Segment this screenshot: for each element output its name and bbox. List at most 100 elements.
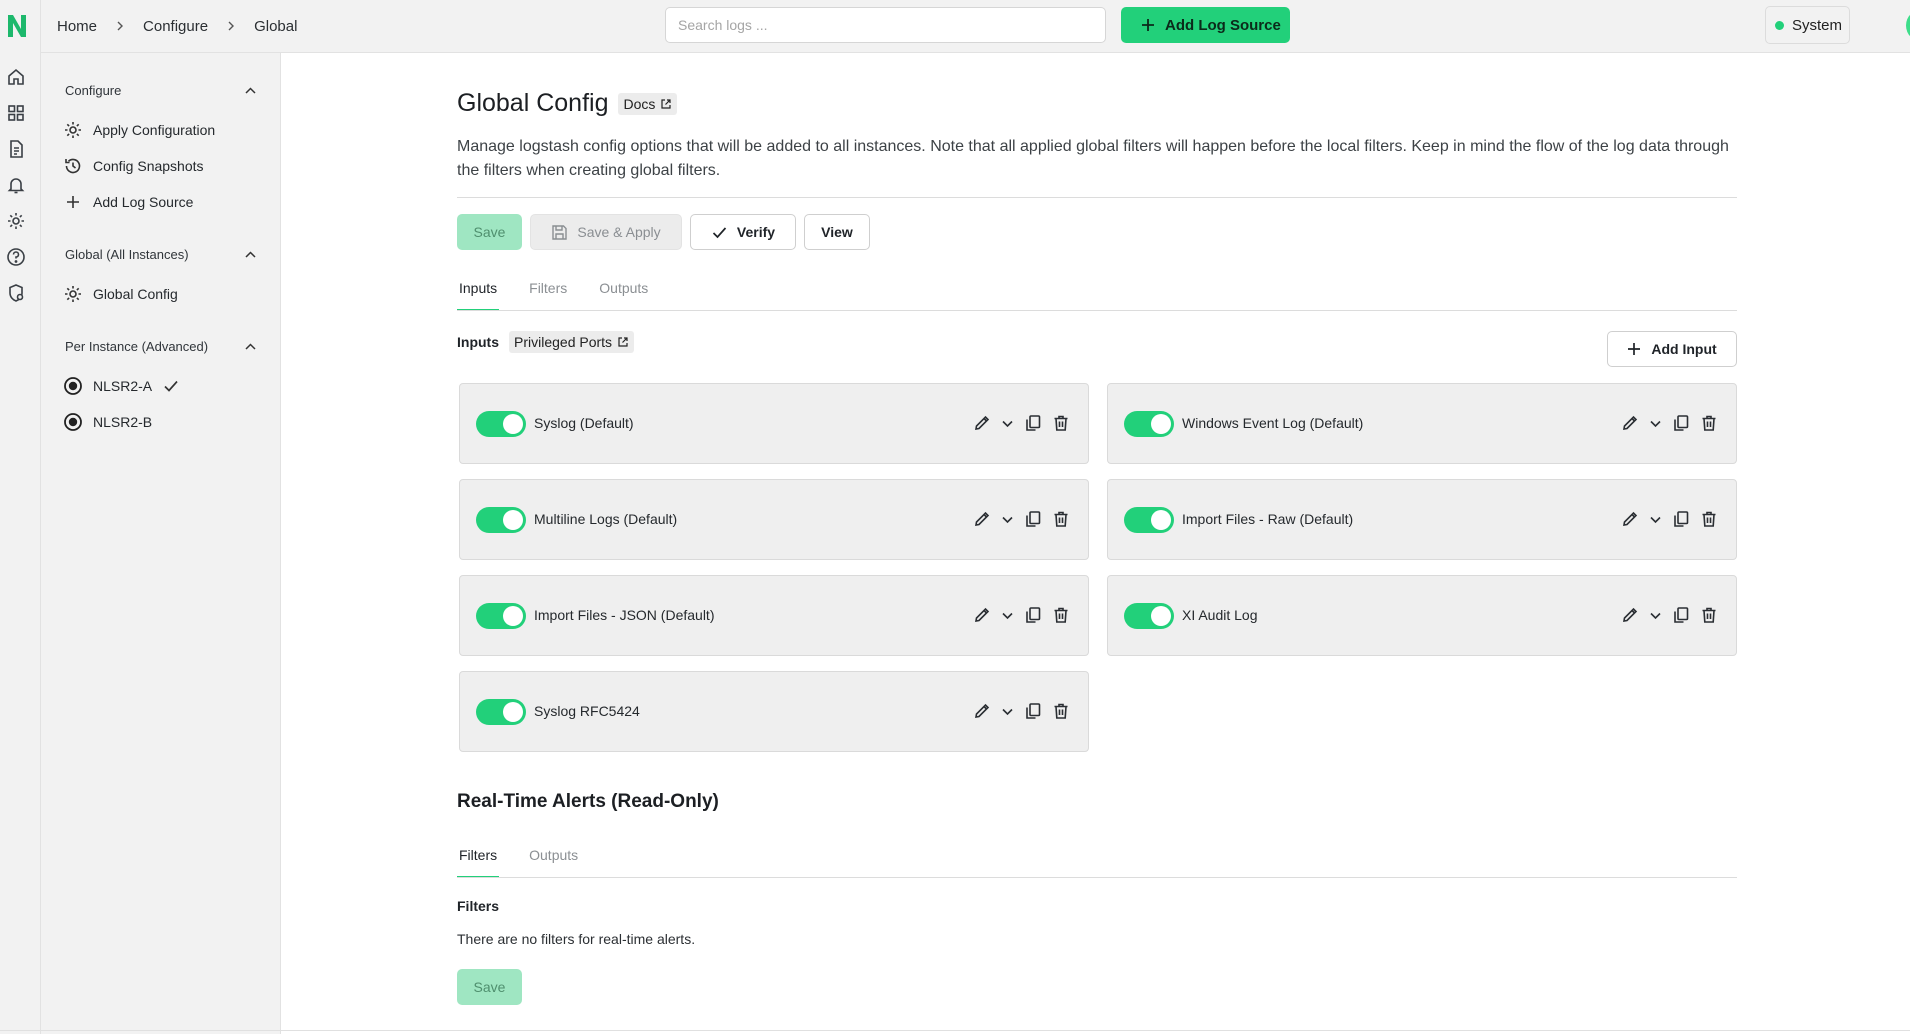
tab-alert-outputs[interactable]: Outputs [527,847,580,877]
trash-icon[interactable] [1052,606,1070,624]
sidebar-section-per-instance[interactable]: Per Instance (Advanced) [65,339,257,354]
tab-outputs[interactable]: Outputs [597,280,650,310]
instance-radio-icon [64,377,82,395]
edit-icon[interactable] [973,414,991,432]
chevron-down-icon[interactable] [1649,513,1662,526]
edit-icon[interactable] [973,510,991,528]
copy-icon[interactable] [1672,510,1690,528]
card-actions [1621,414,1718,432]
toggle-knob [503,510,523,530]
gear-icon[interactable] [6,211,26,231]
toggle-knob [1151,414,1171,434]
system-status-button[interactable]: System [1765,6,1850,44]
save-apply-button[interactable]: Save & Apply [530,214,682,250]
breadcrumb-home[interactable]: Home [57,18,97,35]
copy-icon[interactable] [1024,702,1042,720]
chevron-down-icon[interactable] [1649,417,1662,430]
sidebar-item-nlsr2-b[interactable]: NLSR2-B [63,412,152,432]
save-button[interactable]: Save [457,214,522,250]
tabs-divider [457,310,1737,311]
tab-alert-filters[interactable]: Filters [457,847,500,878]
bell-icon[interactable] [6,175,26,195]
inputs-header: Inputs Privileged Ports [457,331,635,353]
sidebar-item-label: Apply Configuration [93,122,216,138]
sidebar-section-configure[interactable]: Configure [65,83,257,98]
add-input-button[interactable]: Add Input [1607,331,1737,367]
search-input[interactable] [665,7,1106,43]
help-icon[interactable] [6,247,26,267]
chevron-up-icon [245,87,256,94]
external-link-icon [618,337,628,347]
trash-icon[interactable] [1052,510,1070,528]
enable-toggle[interactable] [476,699,526,725]
top-header: Home Configure Global Add Log Source Sys… [41,0,1910,53]
home-icon[interactable] [6,67,26,87]
edit-icon[interactable] [973,606,991,624]
sidebar-item-apply-configuration[interactable]: Apply Configuration [63,120,215,140]
edit-icon[interactable] [1621,414,1639,432]
copy-icon[interactable] [1672,606,1690,624]
sidebar-item-config-snapshots[interactable]: Config Snapshots [63,156,204,176]
add-log-source-button[interactable]: Add Log Source [1121,7,1290,43]
tab-inputs[interactable]: Inputs [457,280,500,311]
chevron-down-icon[interactable] [1001,417,1014,430]
tab-filters[interactable]: Filters [527,280,569,310]
breadcrumb-global[interactable]: Global [254,18,297,35]
trash-icon[interactable] [1700,606,1718,624]
view-button[interactable]: View [804,214,870,250]
sidebar-item-global-config[interactable]: Global Config [63,284,178,304]
check-icon [712,226,727,238]
enable-toggle[interactable] [476,411,526,437]
enable-toggle[interactable] [476,507,526,533]
copy-icon[interactable] [1672,414,1690,432]
sidebar-item-add-log-source[interactable]: Add Log Source [63,192,193,212]
trash-icon[interactable] [1052,702,1070,720]
sidebar-item-label: Global Config [93,286,178,302]
sidebar-item-nlsr2-a[interactable]: NLSR2-A [63,376,180,396]
enable-toggle[interactable] [1124,507,1174,533]
sidebar-item-label: NLSR2-B [93,414,153,430]
gear-icon [65,122,81,138]
trash-icon[interactable] [1052,414,1070,432]
copy-icon[interactable] [1024,510,1042,528]
app-logo[interactable] [5,12,29,40]
alerts-title: Real-Time Alerts (Read-Only) [457,791,719,812]
chevron-up-icon [245,343,256,350]
sidebar: Configure Apply Configuration Config Sna… [41,53,281,1034]
enable-toggle[interactable] [476,603,526,629]
section-title: Global (All Instances) [65,247,189,262]
enable-toggle[interactable] [1124,603,1174,629]
trash-icon[interactable] [1700,510,1718,528]
section-title: Per Instance (Advanced) [65,339,209,354]
verify-button[interactable]: Verify [690,214,796,250]
chevron-down-icon[interactable] [1001,609,1014,622]
docs-link[interactable]: Docs [618,92,678,115]
system-label: System [1792,16,1843,34]
breadcrumb-configure[interactable]: Configure [143,18,208,35]
divider [457,197,1737,198]
plus-icon [1628,343,1641,355]
alerts-save-button[interactable]: Save [457,969,522,1005]
copy-icon[interactable] [1024,414,1042,432]
chevron-down-icon[interactable] [1001,705,1014,718]
toggle-knob [1151,606,1171,626]
status-dot [1775,20,1784,30]
sidebar-section-global[interactable]: Global (All Instances) [65,247,257,262]
edit-icon[interactable] [1621,510,1639,528]
chevron-down-icon[interactable] [1649,609,1662,622]
edit-icon[interactable] [973,702,991,720]
dashboard-icon[interactable] [6,103,26,123]
input-card: Syslog RFC5424 [459,671,1089,752]
shield-icon[interactable] [6,283,26,303]
privileged-ports-link[interactable]: Privileged Ports [509,331,635,353]
document-icon[interactable] [6,139,26,159]
input-label: Import Files - JSON (Default) [534,607,715,623]
sidebar-item-label: Add Log Source [93,194,194,210]
edit-icon[interactable] [1621,606,1639,624]
copy-icon[interactable] [1024,606,1042,624]
enable-toggle[interactable] [1124,411,1174,437]
chevron-down-icon[interactable] [1001,513,1014,526]
instance-radio-icon [64,413,82,431]
trash-icon[interactable] [1700,414,1718,432]
avatar[interactable] [1906,9,1910,42]
